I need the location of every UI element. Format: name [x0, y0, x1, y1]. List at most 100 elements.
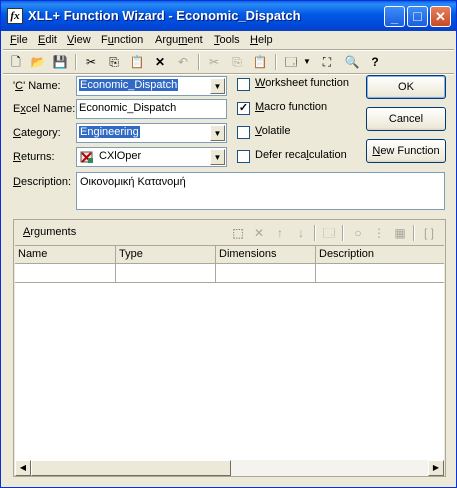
ok-button[interactable]: OK [366, 75, 446, 99]
worksheet-function-label-accel: W [255, 77, 266, 89]
help-icon[interactable]: ? [367, 54, 383, 70]
menu-view[interactable]: View [67, 34, 91, 46]
menu-help-accel: H [250, 34, 258, 46]
copy-icon[interactable]: ⎘ [106, 54, 122, 70]
undo-icon[interactable]: ↶ [175, 54, 191, 70]
menu-separator [3, 49, 454, 51]
macro-function-checkbox[interactable]: ✓ [237, 102, 250, 115]
close-icon: ✕ [435, 9, 446, 24]
category-label-rest: ategory: [20, 127, 61, 139]
type-icon [80, 150, 94, 164]
minimize-icon: _ [390, 10, 399, 25]
brackets-icon[interactable]: [ ] [421, 225, 437, 241]
menu-function-pre: F [101, 34, 108, 46]
excel-name-label-rest: cel Name: [25, 103, 76, 115]
move-up-icon[interactable]: ↑ [272, 225, 288, 241]
cancel-button[interactable]: Cancel [366, 107, 446, 131]
new-function-button[interactable]: New Function [366, 139, 446, 163]
returns-value: CXlOper [99, 150, 142, 162]
scroll-right-icon[interactable]: ▶ [428, 460, 444, 476]
move-down-icon[interactable]: ↓ [293, 225, 309, 241]
chevron-down-icon: ▼ [213, 153, 222, 162]
cut-disabled-icon[interactable]: ✂ [206, 54, 222, 70]
macro-function-label-rest: acro function [264, 101, 328, 113]
category-combo[interactable]: Engineering ▼ [76, 123, 227, 143]
table-cell[interactable] [116, 264, 216, 283]
column-header-name[interactable]: Name [15, 246, 116, 264]
menu-help[interactable]: Help [250, 34, 273, 46]
returns-label: Returns: [13, 151, 55, 163]
menu-file-accel: F [10, 34, 17, 46]
copy-disabled-icon[interactable]: ⎘ [229, 54, 245, 70]
scalar-icon[interactable]: ○ [350, 225, 366, 241]
defer-recalculation-label-rest: culation [308, 149, 347, 161]
minimize-button[interactable]: _ [384, 6, 405, 27]
save-icon[interactable]: 💾 [52, 54, 68, 70]
category-value: Engineering [79, 126, 140, 138]
column-header-description[interactable]: Description [316, 246, 444, 264]
returns-combo[interactable]: CXlOper ▼ [76, 147, 227, 167]
excel-name-input[interactable]: Economic_Dispatch [76, 99, 227, 119]
scroll-thumb[interactable] [31, 460, 231, 476]
category-dropdown-button[interactable]: ▼ [210, 125, 225, 141]
column-header-dimensions[interactable]: Dimensions [216, 246, 316, 264]
title-bar[interactable]: fx XLL+ Function Wizard - Economic_Dispa… [1, 1, 456, 31]
macro-function-label-accel: M [255, 101, 265, 113]
window-title: XLL+ Function Wizard - Economic_Dispatch [28, 8, 301, 23]
resize-icon[interactable]: ⛶ [319, 54, 335, 70]
volatile-label-accel: V [255, 125, 262, 137]
add-argument-icon[interactable]: ⬚ [230, 225, 246, 241]
c-name-dropdown-button[interactable]: ▼ [210, 78, 225, 94]
excel-name-value: Economic_Dispatch [79, 102, 177, 114]
category-label: Category: [13, 127, 61, 139]
close-button[interactable]: ✕ [430, 6, 451, 27]
menu-tools[interactable]: Tools [214, 34, 240, 46]
arguments-grid[interactable]: Name Type Dimensions Description [15, 245, 444, 462]
table-cell[interactable] [216, 264, 316, 283]
menu-argument[interactable]: Argument [155, 34, 203, 46]
returns-label-rest: eturns: [20, 151, 55, 163]
table-cell[interactable] [316, 264, 444, 283]
menu-edit[interactable]: Edit [38, 34, 57, 46]
dropdown-arrow-icon[interactable]: ▼ [299, 54, 315, 70]
app-icon: fx [7, 8, 23, 24]
c-name-label: 'C' Name: [13, 80, 61, 92]
delete-argument-icon[interactable]: ✕ [251, 225, 267, 241]
menu-help-label: elp [257, 34, 273, 46]
delete-icon[interactable]: ✕ [152, 54, 168, 70]
cut-icon[interactable]: ✂ [83, 54, 99, 70]
horizontal-scrollbar[interactable]: ◀ ▶ [15, 460, 444, 476]
maximize-button[interactable]: □ [407, 6, 428, 27]
vector-icon[interactable]: ⋮ [371, 225, 387, 241]
paste-icon[interactable]: 📋 [129, 54, 145, 70]
arguments-label: Arguments [23, 226, 76, 238]
menu-function[interactable]: Function [101, 34, 143, 46]
volatile-label: Volatile [255, 125, 290, 137]
volatile-checkbox[interactable] [237, 126, 250, 139]
argument-properties-icon[interactable]: 🗔 [321, 225, 337, 241]
open-folder-icon[interactable]: 📂 [30, 54, 46, 70]
matrix-icon[interactable]: ▦ [392, 225, 408, 241]
args-toolbar-separator [314, 225, 316, 241]
new-file-icon[interactable]: 🗋 [8, 54, 24, 70]
args-toolbar-separator [342, 225, 344, 241]
table-cell[interactable] [15, 264, 116, 283]
macro-function-label: Macro function [255, 101, 327, 113]
c-name-combo[interactable]: Economic_Dispatch ▼ [76, 76, 227, 96]
print-preview-icon[interactable]: 🔍 [344, 54, 360, 70]
menu-file[interactable]: File [10, 34, 28, 46]
paste-disabled-icon[interactable]: 📋 [252, 54, 268, 70]
returns-dropdown-button[interactable]: ▼ [210, 149, 225, 165]
defer-recalculation-checkbox[interactable] [237, 150, 250, 163]
worksheet-function-checkbox[interactable] [237, 78, 250, 91]
c-name-label-rest: ' Name: [23, 80, 61, 92]
menu-view-label: iew [74, 34, 91, 46]
scroll-left-icon[interactable]: ◀ [15, 460, 31, 476]
description-textarea[interactable]: Οικονομική Κατανομή [76, 172, 445, 210]
arguments-panel: Arguments ⬚ ✕ ↑ ↓ 🗔 ○ ⋮ ▦ [ ] Name Type … [13, 219, 446, 477]
chevron-down-icon: ▼ [213, 82, 222, 91]
c-name-value: Economic_Dispatch [79, 79, 179, 91]
column-header-type[interactable]: Type [116, 246, 216, 264]
properties-icon[interactable]: 🗔 [283, 54, 299, 70]
menu-function-label: nction [113, 34, 144, 46]
